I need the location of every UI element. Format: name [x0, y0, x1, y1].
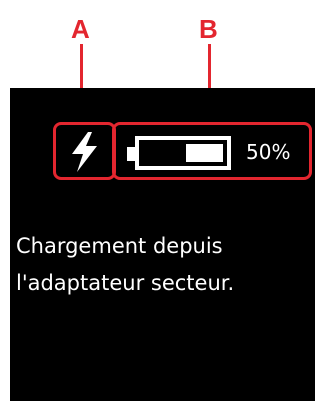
message-line-2: l'adaptateur secteur.	[16, 271, 235, 295]
battery-percentage: 50%	[246, 140, 291, 164]
battery-icon	[127, 136, 231, 170]
callout-label-a: A	[71, 14, 90, 44]
charging-message: Chargement depuis l'adaptateur secteur.	[16, 228, 312, 302]
device-display: 50% Chargement depuis l'adaptateur secte…	[10, 88, 315, 401]
callout-label-b: B	[199, 14, 218, 44]
lightning-bolt-icon	[72, 132, 97, 172]
message-line-1: Chargement depuis	[16, 234, 223, 258]
battery-fill	[186, 144, 223, 162]
